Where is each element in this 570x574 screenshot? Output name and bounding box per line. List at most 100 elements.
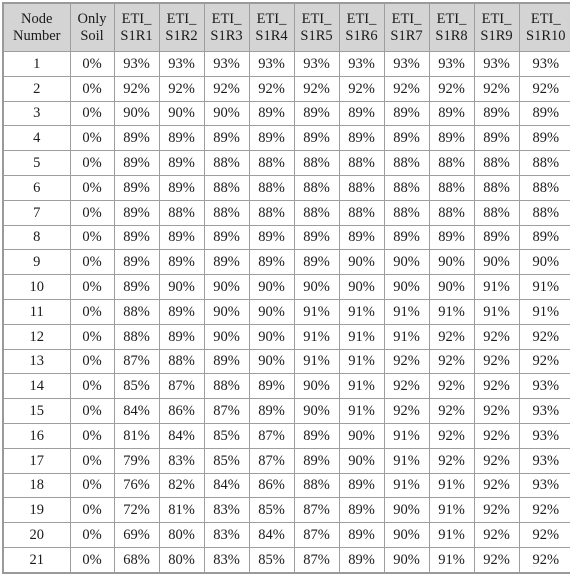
cell-eti_s1r3: 90%	[204, 101, 249, 126]
cell-eti_s1r2: 83%	[159, 448, 204, 473]
cell-only_soil: 0%	[70, 547, 114, 572]
cell-eti_s1r6: 90%	[339, 448, 384, 473]
cell-eti_s1r1: 89%	[114, 250, 159, 275]
cell-eti_s1r8: 92%	[429, 76, 474, 101]
cell-eti_s1r5: 88%	[294, 175, 339, 200]
cell-only_soil: 0%	[70, 200, 114, 225]
cell-eti_s1r2: 87%	[159, 374, 204, 399]
cell-eti_s1r8: 90%	[429, 250, 474, 275]
cell-eti_s1r6: 88%	[339, 175, 384, 200]
cell-eti_s1r2: 84%	[159, 423, 204, 448]
cell-eti_s1r7: 90%	[384, 498, 429, 523]
cell-node-number: 6	[3, 175, 70, 200]
table-row: 170%79%83%85%87%89%90%91%92%92%93%	[3, 448, 570, 473]
cell-eti_s1r10: 93%	[519, 52, 570, 77]
cell-eti_s1r1: 90%	[114, 101, 159, 126]
cell-eti_s1r8: 88%	[429, 175, 474, 200]
cell-eti_s1r1: 89%	[114, 126, 159, 151]
cell-eti_s1r8: 88%	[429, 200, 474, 225]
cell-eti_s1r4: 89%	[249, 126, 294, 151]
cell-eti_s1r1: 89%	[114, 225, 159, 250]
cell-eti_s1r6: 93%	[339, 52, 384, 77]
cell-node-number: 21	[3, 547, 70, 572]
column-header-line1: ETI_	[251, 11, 293, 27]
cell-eti_s1r7: 92%	[384, 399, 429, 424]
cell-eti_s1r8: 91%	[429, 523, 474, 548]
cell-eti_s1r9: 88%	[474, 175, 519, 200]
column-header-only_soil: OnlySoil	[70, 3, 114, 52]
cell-eti_s1r5: 89%	[294, 448, 339, 473]
cell-eti_s1r10: 91%	[519, 275, 570, 300]
cell-eti_s1r8: 91%	[429, 473, 474, 498]
cell-eti_s1r5: 89%	[294, 126, 339, 151]
table-row: 130%87%88%89%90%91%91%92%92%92%92%	[3, 349, 570, 374]
cell-only_soil: 0%	[70, 101, 114, 126]
cell-eti_s1r4: 87%	[249, 423, 294, 448]
column-header-line1: ETI_	[521, 11, 570, 27]
cell-only_soil: 0%	[70, 448, 114, 473]
table-row: 150%84%86%87%89%90%91%92%92%92%93%	[3, 399, 570, 424]
cell-only_soil: 0%	[70, 473, 114, 498]
table-row: 40%89%89%89%89%89%89%89%89%89%89%	[3, 126, 570, 151]
cell-eti_s1r3: 88%	[204, 200, 249, 225]
cell-eti_s1r8: 89%	[429, 101, 474, 126]
cell-eti_s1r3: 93%	[204, 52, 249, 77]
cell-eti_s1r2: 89%	[159, 299, 204, 324]
cell-eti_s1r5: 93%	[294, 52, 339, 77]
cell-eti_s1r9: 92%	[474, 76, 519, 101]
cell-eti_s1r3: 85%	[204, 448, 249, 473]
cell-only_soil: 0%	[70, 52, 114, 77]
cell-eti_s1r10: 89%	[519, 126, 570, 151]
cell-node-number: 18	[3, 473, 70, 498]
cell-eti_s1r9: 92%	[474, 423, 519, 448]
cell-node-number: 17	[3, 448, 70, 473]
cell-eti_s1r8: 92%	[429, 399, 474, 424]
column-header-line2: Number	[5, 28, 69, 44]
cell-eti_s1r9: 91%	[474, 299, 519, 324]
cell-node-number: 2	[3, 76, 70, 101]
column-header-line2: S1R2	[161, 28, 203, 44]
cell-node-number: 4	[3, 126, 70, 151]
cell-eti_s1r5: 90%	[294, 374, 339, 399]
column-header-eti_s1r3: ETI_S1R3	[204, 3, 249, 52]
cell-eti_s1r4: 88%	[249, 200, 294, 225]
table-container: NodeNumberOnlySoilETI_S1R1ETI_S1R2ETI_S1…	[0, 0, 570, 557]
cell-eti_s1r3: 90%	[204, 275, 249, 300]
cell-eti_s1r9: 92%	[474, 374, 519, 399]
cell-eti_s1r10: 92%	[519, 547, 570, 572]
cell-eti_s1r7: 89%	[384, 101, 429, 126]
cell-eti_s1r3: 88%	[204, 175, 249, 200]
column-header-line2: S1R7	[386, 28, 428, 44]
cell-eti_s1r10: 93%	[519, 448, 570, 473]
cell-eti_s1r9: 92%	[474, 448, 519, 473]
cell-eti_s1r8: 91%	[429, 299, 474, 324]
cell-eti_s1r5: 87%	[294, 498, 339, 523]
cell-eti_s1r5: 92%	[294, 76, 339, 101]
cell-eti_s1r10: 89%	[519, 101, 570, 126]
cell-eti_s1r10: 88%	[519, 175, 570, 200]
cell-eti_s1r8: 92%	[429, 448, 474, 473]
cell-eti_s1r10: 92%	[519, 76, 570, 101]
cell-eti_s1r6: 89%	[339, 126, 384, 151]
cell-eti_s1r9: 89%	[474, 225, 519, 250]
cell-eti_s1r9: 92%	[474, 523, 519, 548]
cell-eti_s1r5: 87%	[294, 523, 339, 548]
cell-eti_s1r5: 91%	[294, 299, 339, 324]
cell-eti_s1r2: 89%	[159, 126, 204, 151]
column-header-line2: S1R6	[341, 28, 383, 44]
cell-eti_s1r6: 89%	[339, 101, 384, 126]
cell-eti_s1r4: 85%	[249, 498, 294, 523]
cell-eti_s1r10: 92%	[519, 523, 570, 548]
cell-eti_s1r6: 89%	[339, 498, 384, 523]
cell-eti_s1r8: 91%	[429, 547, 474, 572]
column-header-eti_s1r1: ETI_S1R1	[114, 3, 159, 52]
column-header-eti_s1r8: ETI_S1R8	[429, 3, 474, 52]
cell-eti_s1r8: 93%	[429, 52, 474, 77]
cell-eti_s1r7: 91%	[384, 324, 429, 349]
cell-eti_s1r10: 93%	[519, 374, 570, 399]
cell-eti_s1r3: 87%	[204, 399, 249, 424]
cell-eti_s1r3: 88%	[204, 374, 249, 399]
cell-eti_s1r3: 88%	[204, 151, 249, 176]
cell-eti_s1r2: 80%	[159, 547, 204, 572]
cell-eti_s1r1: 76%	[114, 473, 159, 498]
